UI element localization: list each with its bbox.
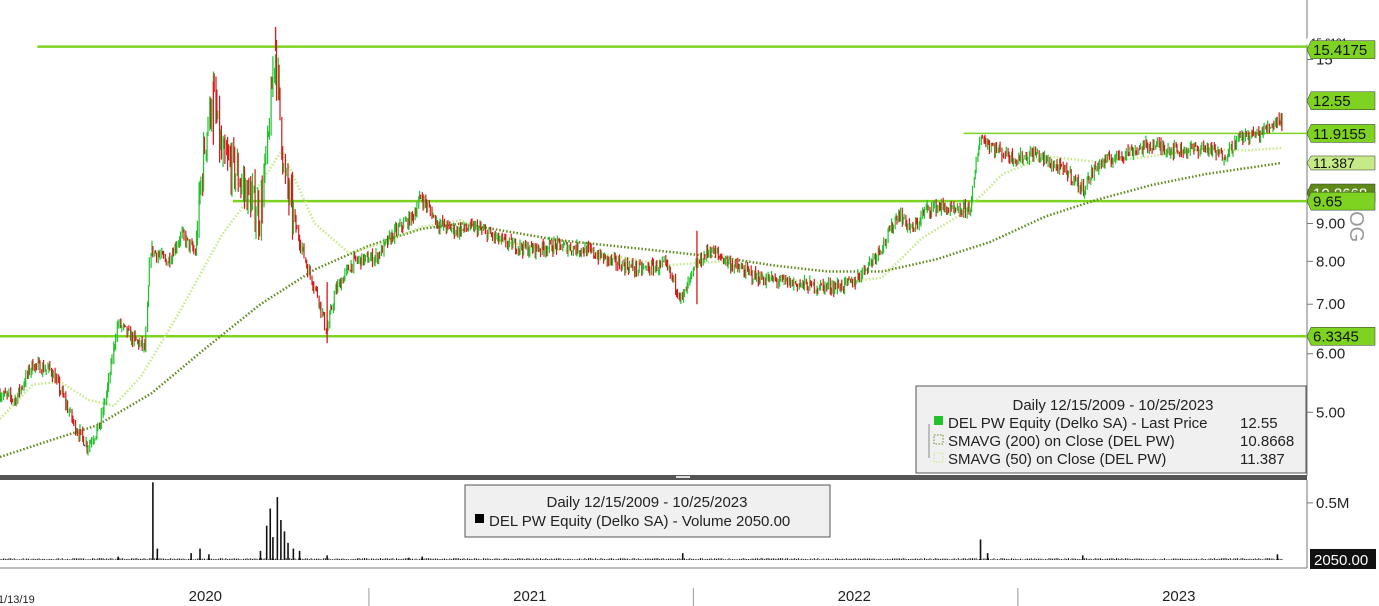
volume-legend-marker <box>475 514 484 523</box>
x-axis-year-label: 2020 <box>189 588 222 605</box>
price-axis-label: 6.3345 <box>1306 327 1376 346</box>
x-axis-year-label: 2021 <box>513 588 546 605</box>
horizontal-levels <box>0 45 1307 338</box>
volume-legend: Daily 12/15/2009 - 10/25/2023 DEL PW Equ… <box>464 484 831 538</box>
legend-label-price: DEL PW Equity (Delko SA) - Last Price <box>948 415 1208 432</box>
legend-value-sma50: 11.387 <box>1240 451 1285 468</box>
price-tick-label: 8.00 <box>1316 253 1345 270</box>
price-legend-title: Daily 12/15/2009 - 10/25/2023 <box>1013 397 1214 414</box>
price-axis-label-text: 11.9155 <box>1313 126 1366 143</box>
volume-tick-label: 0.5M <box>1316 495 1349 512</box>
volume-y-ticks: 0.5M <box>1307 495 1349 512</box>
price-axis-label: 9.65 <box>1306 191 1376 211</box>
x-axis-year-label: 2022 <box>838 588 871 605</box>
moving-average-line <box>0 146 1282 420</box>
legend-value-sma200: 10.8668 <box>1240 433 1294 450</box>
volume-last-value: 2050.00 <box>1314 552 1368 569</box>
price-axis-label: 12.55 <box>1306 91 1376 110</box>
price-axis-label-text: 6.3345 <box>1313 329 1359 346</box>
legend-value-price: 12.55 <box>1240 415 1278 432</box>
price-axis-label-text: 12.55 <box>1313 93 1351 110</box>
price-tick-label: 9.00 <box>1316 216 1345 233</box>
last-price-legend-marker <box>934 416 943 425</box>
price-legend: Daily 12/15/2009 - 10/25/2023 DEL PW Equ… <box>915 385 1307 474</box>
volume-last-label: 2050.00 <box>1310 549 1376 569</box>
price-tick-label: 6.00 <box>1316 346 1345 363</box>
x-axis-year-label: 2023 <box>1162 588 1195 605</box>
price-axis-label: 11.387 <box>1306 155 1376 171</box>
price-axis-label: 11.9155 <box>1306 124 1376 143</box>
price-axis-label-text: 9.65 <box>1313 194 1342 211</box>
price-volume-chart: 5.006.007.008.009.001015 LOG 15.612115.4… <box>0 0 1376 606</box>
x-axis-start-date: 1/13/19 <box>0 594 35 606</box>
price-axis-label-text: 11.387 <box>1313 155 1355 171</box>
panel-divider[interactable] <box>0 475 1307 480</box>
price-axis-label-text: 15.4175 <box>1313 42 1367 59</box>
volume-legend-title: Daily 12/15/2009 - 10/25/2023 <box>547 494 748 511</box>
legend-label-sma50: SMAVG (50) on Close (DEL PW) <box>948 451 1166 468</box>
price-axis-label: 15.4175 <box>1306 40 1376 59</box>
price-tick-label: 7.00 <box>1316 296 1345 313</box>
price-tick-label: 5.00 <box>1316 404 1345 421</box>
volume-legend-label: DEL PW Equity (Delko SA) - Volume 2050.0… <box>489 513 790 530</box>
legend-label-sma200: SMAVG (200) on Close (DEL PW) <box>948 433 1175 450</box>
x-axis: 2020 2021 2022 2023 1/13/19 <box>0 567 1307 606</box>
